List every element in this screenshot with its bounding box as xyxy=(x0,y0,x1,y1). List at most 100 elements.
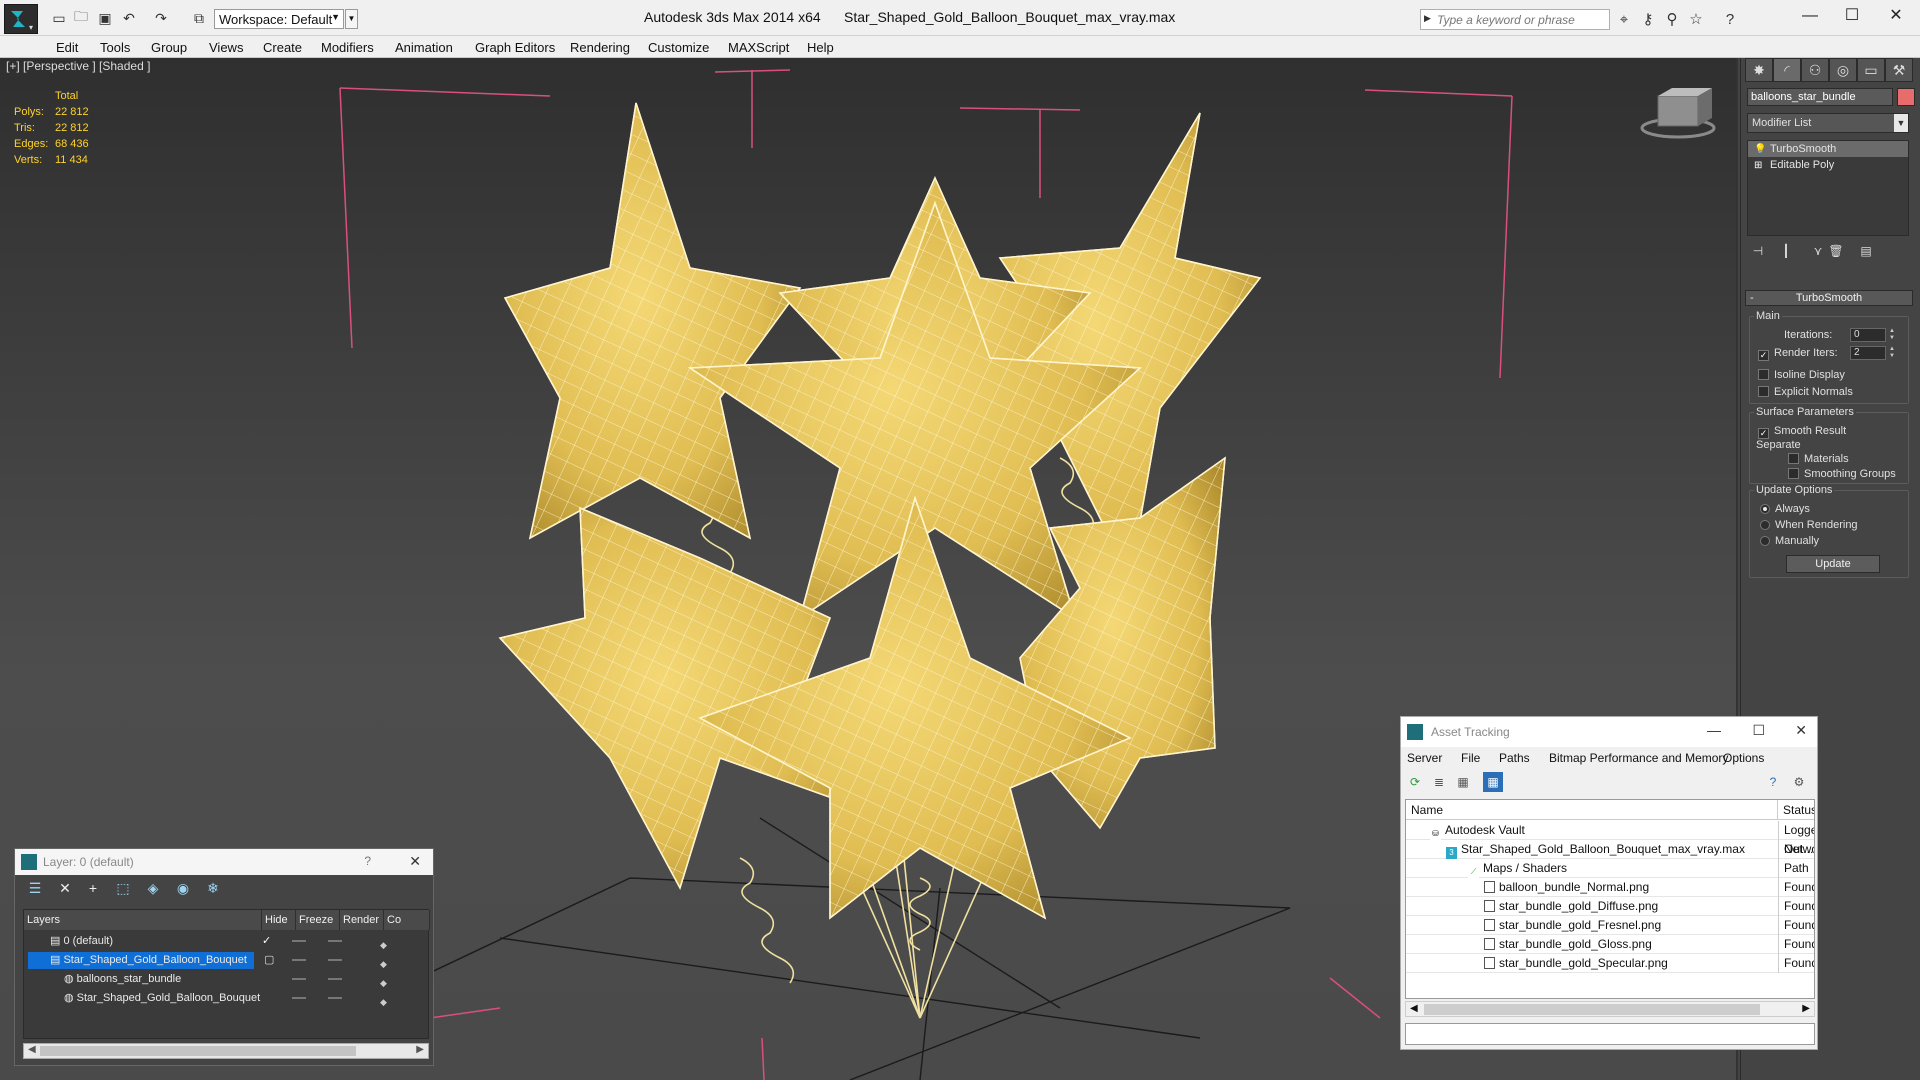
maximize-button[interactable]: ☐ xyxy=(1832,4,1872,28)
render-iters-checkbox[interactable]: ✓ xyxy=(1758,350,1769,361)
menu-file[interactable]: File xyxy=(1461,751,1480,765)
new-layer-icon[interactable]: ☰ xyxy=(25,880,45,898)
expand-plus-icon[interactable]: ⊞ xyxy=(1754,158,1762,174)
column-header[interactable]: Render xyxy=(340,910,384,930)
scroll-right-icon[interactable]: ▶ xyxy=(416,1044,424,1055)
layer-row[interactable]: ▤ 0 (default) ✓ ◆ xyxy=(24,932,430,951)
freeze-all-icon[interactable]: ❄ xyxy=(203,880,223,898)
scroll-thumb[interactable] xyxy=(1424,1004,1760,1015)
hierarchy-tab-icon[interactable]: ⚇ xyxy=(1801,58,1829,82)
delete-layer-icon[interactable]: ✕ xyxy=(55,880,75,898)
render-iters-spinner[interactable]: 2 xyxy=(1850,346,1886,360)
isoline-checkbox[interactable] xyxy=(1758,369,1769,380)
undo-icon[interactable]: ↶ xyxy=(120,10,138,26)
minimize-button[interactable]: — xyxy=(1790,4,1830,28)
viewport-label[interactable]: [+] [Perspective ] [Shaded ] xyxy=(6,59,150,73)
menu-edit[interactable]: Edit xyxy=(56,40,78,55)
expand-icon[interactable]: ▶ xyxy=(1424,13,1431,24)
help-icon[interactable]: ? xyxy=(1763,772,1783,792)
menu-server[interactable]: Server xyxy=(1407,751,1442,765)
workspace-select[interactable]: Workspace: Default ▼ xyxy=(214,9,344,29)
show-end-result-icon[interactable]: ┃ xyxy=(1777,244,1795,262)
column-header[interactable]: Co xyxy=(384,910,430,930)
asset-row[interactable]: ⟋ Maps / Shaders xyxy=(1406,859,1814,879)
menu-modifiers[interactable]: Modifiers xyxy=(321,40,374,55)
modifier-list-dropdown[interactable]: Modifier List ▼ xyxy=(1747,113,1909,133)
menu-tools[interactable]: Tools xyxy=(100,40,130,55)
column-header[interactable]: Status xyxy=(1778,800,1814,820)
display-tab-icon[interactable]: ▭ xyxy=(1857,58,1885,82)
help-icon[interactable]: ? xyxy=(1720,10,1740,28)
menu-group[interactable]: Group xyxy=(151,40,187,55)
help-icon[interactable]: ? xyxy=(364,854,371,868)
update-button[interactable]: Update xyxy=(1786,555,1880,573)
smooth-result-checkbox[interactable]: ✓ xyxy=(1758,428,1769,439)
menu-paths[interactable]: Paths xyxy=(1499,751,1530,765)
rollout-header[interactable]: - TurboSmooth xyxy=(1745,290,1913,306)
menu-options[interactable]: Options xyxy=(1723,751,1764,765)
close-button[interactable]: ✕ xyxy=(1876,4,1916,28)
dialog-title-bar[interactable]: Asset Tracking — ☐ ✕ xyxy=(1401,717,1817,747)
layer-row[interactable]: ▤ Star_Shaped_Gold_Balloon_Bouquet ▢ ◆ xyxy=(24,951,430,970)
lightbulb-icon[interactable]: 💡 xyxy=(1754,142,1766,158)
asset-row[interactable]: star_bundle_gold_Fresnel.png Found xyxy=(1406,916,1814,935)
asset-row[interactable]: star_bundle_gold_Diffuse.png Found xyxy=(1406,897,1814,916)
asset-row[interactable]: star_bundle_gold_Specular.png Found xyxy=(1406,954,1814,973)
utilities-tab-icon[interactable]: ⚒ xyxy=(1885,58,1913,82)
configure-sets-icon[interactable]: ▤ xyxy=(1857,244,1875,262)
column-header[interactable]: Layers xyxy=(24,910,262,930)
workspace-dropdown-button[interactable]: ▼ xyxy=(345,9,358,29)
scroll-left-icon[interactable]: ◀ xyxy=(1410,1003,1418,1014)
maximize-button[interactable]: ☐ xyxy=(1752,722,1765,739)
render-icon[interactable]: ◆ xyxy=(380,993,390,1007)
new-file-icon[interactable]: ▭ xyxy=(50,10,68,26)
layer-row[interactable]: ◍ Star_Shaped_Gold_Balloon_Bouquet ◆ xyxy=(24,989,430,1008)
dialog-title-bar[interactable]: Layer: 0 (default) ? ✕ xyxy=(15,849,433,875)
smoothing-groups-checkbox[interactable] xyxy=(1788,468,1799,479)
object-color-swatch[interactable] xyxy=(1897,88,1915,106)
menu-views[interactable]: Views xyxy=(209,40,243,55)
binoculars-icon[interactable]: ⌖ xyxy=(1614,10,1634,28)
materials-checkbox[interactable] xyxy=(1788,453,1799,464)
asset-row[interactable]: balloon_bundle_Normal.png Found xyxy=(1406,878,1814,897)
stack-item-turbosmooth[interactable]: 💡 TurboSmooth xyxy=(1748,141,1908,157)
menu-customize[interactable]: Customize xyxy=(648,40,709,55)
stack-item-editable-poly[interactable]: ⊞ Editable Poly xyxy=(1748,157,1908,173)
column-header[interactable]: Freeze xyxy=(296,910,340,930)
menu-create[interactable]: Create xyxy=(263,40,302,55)
layer-row[interactable]: ◍ balloons_star_bundle ◆ xyxy=(24,970,430,989)
search-input[interactable]: ▶ Type a keyword or phrase xyxy=(1420,9,1610,30)
close-icon[interactable]: ✕ xyxy=(409,853,421,870)
communication-icon[interactable]: ⚲ xyxy=(1662,10,1682,28)
menu-bitmap-performance[interactable]: Bitmap Performance and Memory xyxy=(1549,751,1728,765)
set-current-icon[interactable]: ▢ xyxy=(264,951,274,969)
highlight-selected-icon[interactable]: ◈ xyxy=(143,880,163,898)
iterations-spinner[interactable]: 0 xyxy=(1850,328,1886,342)
list-view-icon[interactable]: ≣ xyxy=(1429,772,1449,792)
render-icon[interactable]: ◆ xyxy=(380,955,390,969)
asset-row[interactable]: ⛁Autodesk Vault Logged Out ... xyxy=(1406,821,1814,856)
table-view-icon[interactable]: ▦ xyxy=(1483,772,1503,792)
minimize-button[interactable]: — xyxy=(1707,722,1721,738)
favorites-star-icon[interactable]: ☆ xyxy=(1686,10,1706,28)
horizontal-scrollbar[interactable]: ◀ ▶ xyxy=(1405,1001,1815,1017)
horizontal-scrollbar[interactable]: ◀ ▶ xyxy=(23,1043,429,1059)
active-layer-check-icon[interactable]: ✓ xyxy=(262,932,271,950)
thumbnail-view-icon[interactable]: ▦ xyxy=(1453,772,1473,792)
column-header[interactable]: Hide xyxy=(262,910,296,930)
asset-row[interactable]: star_bundle_gold_Gloss.png Found xyxy=(1406,935,1814,954)
object-name-field[interactable]: balloons_star_bundle xyxy=(1747,88,1893,106)
spinner-arrows-icon[interactable]: ▲ ▼ xyxy=(1888,328,1896,342)
subscription-icon[interactable]: ⚷ xyxy=(1638,10,1658,28)
scroll-left-icon[interactable]: ◀ xyxy=(28,1044,36,1055)
scroll-right-icon[interactable]: ▶ xyxy=(1802,1003,1810,1014)
when-rendering-radio[interactable] xyxy=(1760,520,1770,530)
redo-icon[interactable]: ↷ xyxy=(152,10,170,26)
settings-icon[interactable]: ⚙ xyxy=(1789,772,1809,792)
menu-help[interactable]: Help xyxy=(807,40,834,55)
hide-all-icon[interactable]: ◉ xyxy=(173,880,193,898)
remove-modifier-icon[interactable]: 🗑 xyxy=(1827,244,1845,262)
create-tab-icon[interactable]: ✸ xyxy=(1745,58,1773,82)
menu-graph-editors[interactable]: Graph Editors xyxy=(475,40,555,55)
motion-tab-icon[interactable]: ◎ xyxy=(1829,58,1857,82)
